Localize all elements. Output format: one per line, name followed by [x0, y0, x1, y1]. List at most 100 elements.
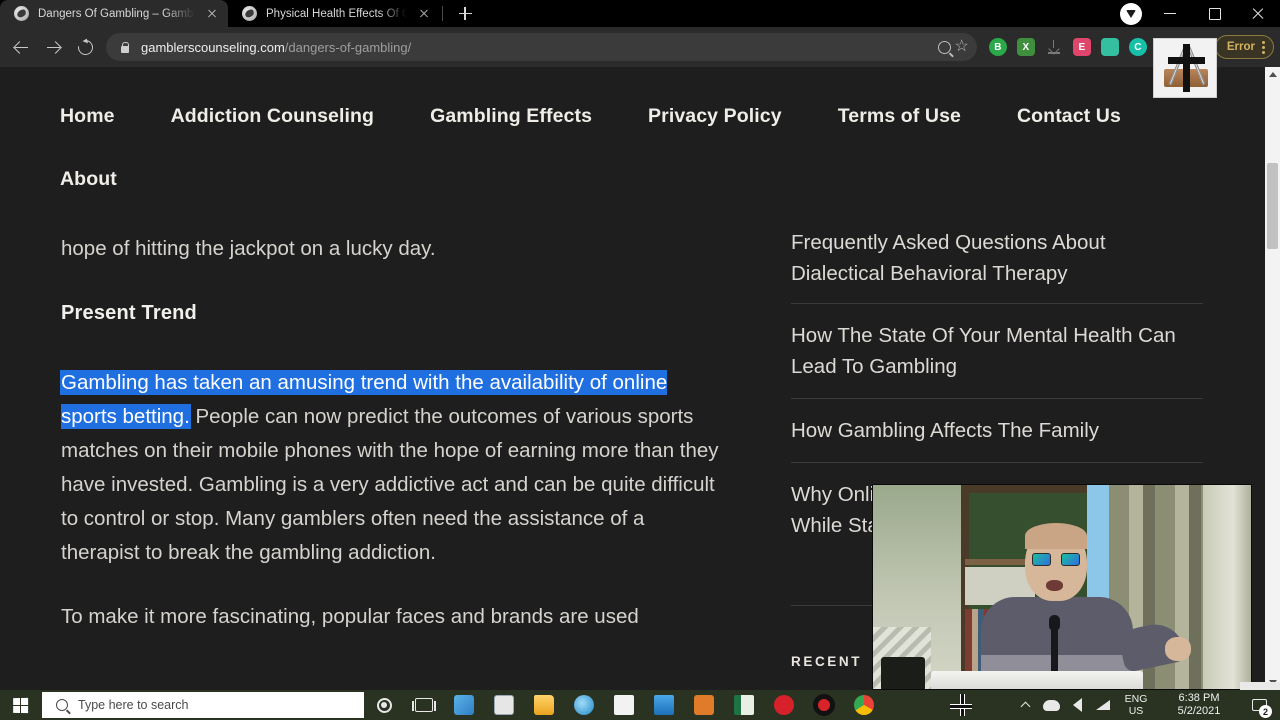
arrow-left-icon — [14, 41, 28, 54]
nav-item-addiction-counseling[interactable]: Addiction Counseling — [171, 91, 374, 142]
notification-count: 2 — [1259, 705, 1272, 718]
omnibox-actions: ☆ — [937, 39, 973, 55]
cortana-circle-icon — [376, 697, 392, 713]
paragraph-remainder: People can now predict the outcomes of v… — [61, 405, 719, 564]
internet-explorer-app-icon[interactable] — [564, 690, 604, 720]
sidebar-item-mental-health[interactable]: How The State Of Your Mental Health Can … — [791, 303, 1203, 398]
windows-logo-icon — [12, 697, 28, 713]
search-placeholder: Type here to search — [78, 698, 189, 712]
arrow-right-icon — [46, 41, 60, 54]
notifications-button[interactable]: 2 — [1242, 690, 1276, 720]
sidebar-item-faq-dbt[interactable]: Frequently Asked Questions About Dialect… — [791, 227, 1203, 303]
screenshot-extension-icon[interactable] — [1100, 38, 1119, 56]
nav-item-about[interactable]: About — [60, 154, 1124, 205]
tab-title: Physical Health Effects Of Gambl — [266, 7, 407, 20]
site-navigation: Home Addiction Counseling Gambling Effec… — [60, 91, 1180, 205]
kebab-menu-icon[interactable] — [1262, 40, 1265, 54]
clock-time: 6:38 PM — [1178, 692, 1220, 704]
clock-date: 5/2/2021 — [1177, 705, 1221, 717]
reload-icon — [74, 36, 96, 58]
mail-app-icon[interactable] — [644, 690, 684, 720]
task-view-icon — [412, 698, 436, 712]
nav-item-contact-us[interactable]: Contact Us — [1017, 91, 1121, 142]
new-tab-button[interactable] — [451, 0, 479, 27]
paint-3d-app-icon[interactable] — [444, 690, 484, 720]
address-path: /dangers-of-gambling/ — [284, 39, 412, 55]
page-scrollbar[interactable] — [1265, 67, 1280, 690]
browser-toolbar: gamblerscounseling.com/dangers-of-gambli… — [0, 27, 1280, 67]
nav-item-gambling-effects[interactable]: Gambling Effects — [430, 91, 592, 142]
excel-app-icon[interactable] — [724, 690, 764, 720]
lock-icon — [120, 41, 131, 53]
address-bar[interactable]: gamblerscounseling.com/dangers-of-gambli… — [106, 33, 977, 61]
browser-tab-inactive[interactable]: Physical Health Effects Of Gambl — [228, 0, 440, 27]
tab-divider — [442, 6, 443, 21]
nav-item-home[interactable]: Home — [60, 91, 115, 142]
article-content: hope of hitting the jackpot on a lucky d… — [61, 232, 721, 664]
speaker-icon[interactable] — [1064, 690, 1090, 720]
system-tray: ENG US 6:38 PM 5/2/2021 2 — [1012, 690, 1280, 720]
close-icon[interactable] — [416, 6, 432, 22]
language-top: ENG — [1124, 693, 1148, 705]
paragraph-present-trend: Gambling has taken an amusing trend with… — [61, 366, 721, 570]
adblock-extension-icon[interactable]: E — [1072, 38, 1091, 56]
scroll-up-arrow-icon[interactable] — [1265, 67, 1280, 82]
onedrive-cloud-icon[interactable] — [1038, 690, 1064, 720]
record-icon — [813, 694, 835, 716]
forward-button[interactable] — [38, 32, 68, 62]
media-player-app-icon[interactable] — [684, 690, 724, 720]
article-subheading: Present Trend — [61, 302, 197, 324]
maximize-button[interactable] — [1192, 0, 1236, 27]
language-indicator[interactable]: ENG US — [1116, 690, 1156, 720]
microsoft-store-app-icon[interactable] — [604, 690, 644, 720]
task-view-button[interactable] — [404, 690, 444, 720]
window-controls — [1120, 0, 1280, 27]
profile-avatar[interactable] — [1120, 2, 1142, 25]
tab-strip: Dangers Of Gambling – Gambler Physical H… — [0, 0, 1280, 27]
address-bar-url: gamblerscounseling.com/dangers-of-gambli… — [141, 40, 411, 55]
globe-icon — [14, 6, 29, 21]
cortana-button[interactable] — [364, 690, 404, 720]
taskbar-search-input[interactable]: Type here to search — [42, 692, 364, 718]
minimize-button[interactable] — [1148, 0, 1192, 27]
language-bottom: US — [1128, 705, 1144, 717]
browser-window: Dangers Of Gambling – Gambler Physical H… — [0, 0, 1280, 720]
start-button[interactable] — [0, 690, 40, 720]
star-icon[interactable]: ☆ — [955, 39, 969, 55]
windows-taskbar: Type here to search ENG US 6:38 PM 5/2/2… — [0, 690, 1280, 720]
nav-item-terms-of-use[interactable]: Terms of Use — [838, 91, 961, 142]
sidebar-item-affects-family[interactable]: How Gambling Affects The Family — [791, 398, 1203, 462]
webcam-presenter-video — [872, 484, 1252, 690]
wifi-icon[interactable] — [1090, 690, 1116, 720]
crosshair-cursor — [950, 694, 972, 716]
tab-title: Dangers Of Gambling – Gambler — [38, 7, 195, 20]
download-extension-icon[interactable] — [1047, 40, 1061, 54]
circle-extension-icon[interactable]: C — [1128, 38, 1147, 56]
globe-icon — [242, 6, 257, 21]
browser-tab-active[interactable]: Dangers Of Gambling – Gambler — [0, 0, 228, 27]
address-domain: gamblerscounseling.com — [141, 39, 285, 55]
back-button[interactable] — [6, 32, 36, 62]
error-label: Error — [1226, 41, 1255, 53]
screen-recorder-app-icon[interactable] — [804, 690, 844, 720]
clock[interactable]: 6:38 PM 5/2/2021 — [1156, 690, 1242, 720]
file-explorer-app-icon[interactable] — [524, 690, 564, 720]
paragraph-cut-off: hope of hitting the jackpot on a lucky d… — [61, 237, 436, 260]
scrollbar-thumb[interactable] — [1267, 163, 1278, 249]
paragraph-next: To make it more fascinating, popular fac… — [61, 605, 639, 628]
reload-button[interactable] — [70, 32, 100, 62]
opera-app-icon[interactable] — [764, 690, 804, 720]
spreadsheet-extension-icon[interactable]: X — [1016, 38, 1035, 56]
search-icon — [56, 699, 68, 711]
bitwarden-extension-icon[interactable]: B — [988, 38, 1007, 56]
nav-item-privacy-policy[interactable]: Privacy Policy — [648, 91, 782, 142]
google-chrome-app-icon[interactable] — [844, 690, 884, 720]
news-app-icon[interactable] — [484, 690, 524, 720]
close-icon[interactable] — [204, 6, 220, 22]
error-badge[interactable]: Error — [1214, 35, 1274, 59]
close-window-button[interactable] — [1236, 0, 1280, 27]
screen-edge-strip — [1240, 682, 1280, 690]
cross-swords-book-image — [1153, 38, 1217, 98]
chevron-up-icon[interactable] — [1012, 690, 1038, 720]
search-zoom-icon[interactable] — [937, 40, 951, 54]
